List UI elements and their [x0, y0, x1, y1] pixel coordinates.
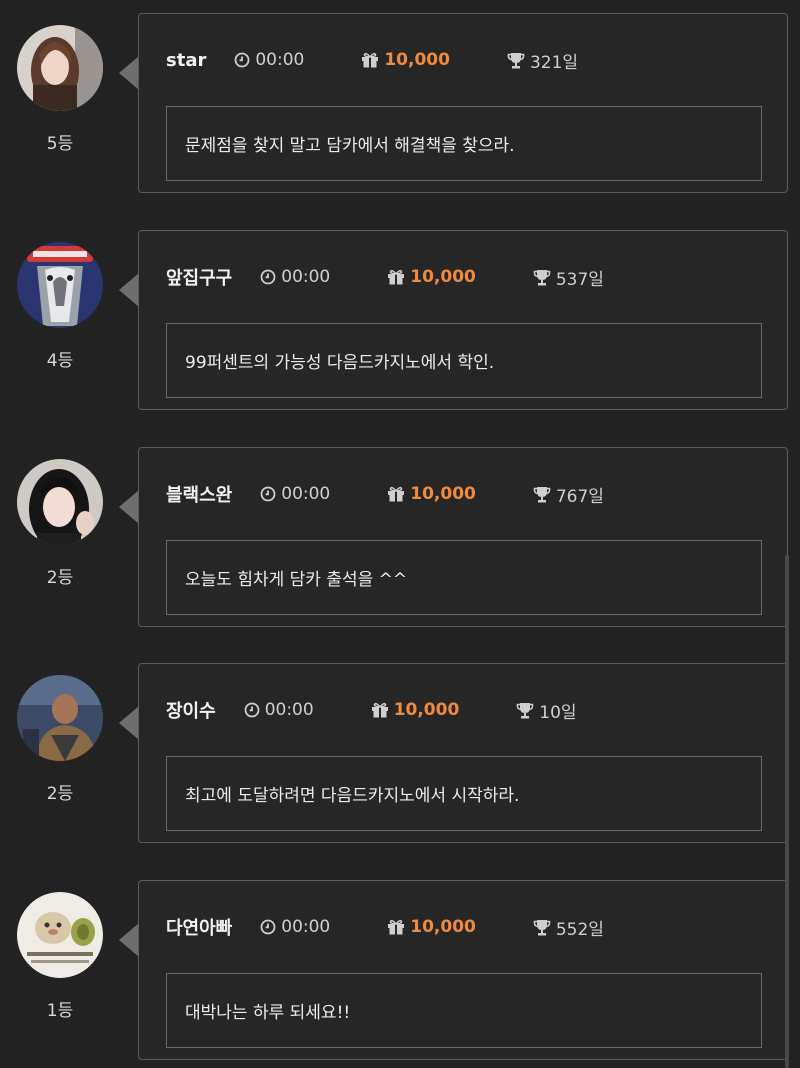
avatar[interactable] [17, 25, 103, 111]
points-item: 10,000 [387, 484, 476, 504]
time-value: 00:00 [255, 50, 305, 70]
time-value: 00:00 [281, 267, 331, 287]
meta-row: 다연아빠 00:00 10,000 552일 [166, 914, 661, 940]
message-box: 최고에 도달하려면 다음드카지노에서 시작하라. [166, 756, 762, 831]
user-name[interactable]: 앞집구구 [166, 264, 232, 290]
gift-icon [388, 486, 405, 502]
days-item: 321일 [507, 48, 578, 73]
avatar[interactable] [17, 459, 103, 545]
gift-icon [388, 919, 405, 935]
message-box: 오늘도 힘차게 담카 출석을 ^^ [166, 540, 762, 615]
points-item: 10,000 [361, 50, 450, 70]
avatar[interactable] [17, 892, 103, 978]
message-box: 대박나는 하루 되세요!! [166, 973, 762, 1048]
rank-label: 1등 [46, 1001, 74, 1021]
message-text: 오늘도 힘차게 담카 출석을 ^^ [185, 570, 408, 590]
comment-card: star 00:00 10,000 321일 문제점을 찾지 말고 담카에서 해… [138, 13, 788, 193]
points-value: 10,000 [384, 50, 450, 70]
days-value: 537일 [555, 269, 604, 290]
days-value: 321일 [529, 52, 579, 73]
meta-row: star 00:00 10,000 321일 [166, 47, 635, 73]
user-name[interactable]: 다연아빠 [166, 914, 232, 940]
points-item: 10,000 [387, 917, 476, 937]
user-column: 1등 [17, 880, 103, 1050]
card-pointer [119, 490, 139, 524]
meta-row: 앞집구구 00:00 10,000 537일 [166, 264, 661, 290]
user-column: 2등 [17, 663, 103, 833]
comment-card: 앞집구구 00:00 10,000 537일 99퍼센트의 가능성 다음드카지노… [138, 230, 788, 410]
days-item: 767일 [533, 482, 604, 507]
card-pointer [119, 706, 139, 740]
trophy-icon [507, 52, 525, 68]
trophy-icon [516, 702, 534, 718]
avatar[interactable] [17, 675, 103, 761]
clock-icon [234, 52, 250, 68]
clock-icon [260, 269, 276, 285]
trophy-icon [533, 486, 551, 502]
user-column: 2등 [17, 447, 103, 617]
clock-icon [260, 919, 276, 935]
user-name[interactable]: 장이수 [166, 697, 216, 723]
user-column: 4등 [17, 230, 103, 400]
trophy-icon [533, 269, 551, 285]
days-value: 552일 [555, 919, 604, 940]
scrollbar[interactable] [785, 555, 789, 1068]
rank-label: 2등 [46, 784, 74, 804]
time-item: 00:00 [234, 50, 304, 70]
meta-row: 장이수 00:00 10,000 10일 [166, 697, 634, 723]
points-value: 10,000 [410, 917, 476, 937]
feed-entry: 2등 블랙스완 00:00 10,000 767일 오늘도 힘차게 담카 출석을… [0, 447, 800, 629]
clock-icon [244, 702, 260, 718]
feed-entry: 5등 star 00:00 10,000 321일 문제점을 찾지 말고 담카에… [0, 13, 800, 195]
points-value: 10,000 [410, 267, 476, 287]
comment-card: 장이수 00:00 10,000 10일 최고에 도달하려면 다음드카지노에서 … [138, 663, 788, 843]
message-text: 대박나는 하루 되세요!! [185, 1003, 351, 1023]
points-value: 10,000 [393, 700, 460, 720]
message-text: 최고에 도달하려면 다음드카지노에서 시작하라. [185, 786, 520, 806]
user-name[interactable]: star [166, 50, 206, 71]
time-value: 00:00 [264, 700, 314, 720]
message-text: 문제점을 찾지 말고 담카에서 해결책을 찾으라. [185, 136, 515, 156]
message-box: 문제점을 찾지 말고 담카에서 해결책을 찾으라. [166, 106, 762, 181]
days-value: 767일 [555, 486, 604, 507]
time-item: 00:00 [244, 700, 314, 720]
gift-icon [388, 269, 405, 285]
avatar[interactable] [17, 242, 103, 328]
feed-entry: 4등 앞집구구 00:00 10,000 537일 99퍼센트의 가능성 다음드… [0, 230, 800, 412]
gift-icon [371, 702, 388, 718]
comment-card: 블랙스완 00:00 10,000 767일 오늘도 힘차게 담카 출석을 ^^ [138, 447, 788, 627]
user-name[interactable]: 블랙스완 [166, 481, 232, 507]
message-box: 99퍼센트의 가능성 다음드카지노에서 학인. [166, 323, 762, 398]
feed-entry: 1등 다연아빠 00:00 10,000 552일 대박나는 하루 되세요!! [0, 880, 800, 1062]
message-text: 99퍼센트의 가능성 다음드카지노에서 학인. [185, 353, 495, 373]
feed-entry: 2등 장이수 00:00 10,000 10일 최고에 도달하려면 다음드카지노… [0, 663, 800, 845]
comment-card: 다연아빠 00:00 10,000 552일 대박나는 하루 되세요!! [138, 880, 788, 1060]
user-column: 5등 [17, 13, 103, 183]
meta-row: 블랙스완 00:00 10,000 767일 [166, 481, 661, 507]
time-value: 00:00 [281, 917, 331, 937]
time-item: 00:00 [260, 267, 330, 287]
rank-label: 2등 [46, 568, 74, 588]
trophy-icon [533, 919, 551, 935]
gift-icon [362, 52, 379, 68]
days-value: 10일 [539, 702, 577, 723]
attendance-feed: 5등 star 00:00 10,000 321일 문제점을 찾지 말고 담카에… [0, 0, 800, 1068]
clock-icon [260, 486, 276, 502]
days-item: 10일 [516, 698, 577, 723]
rank-label: 4등 [46, 351, 74, 371]
days-item: 552일 [533, 915, 604, 940]
points-item: 10,000 [371, 700, 460, 720]
time-item: 00:00 [260, 917, 330, 937]
points-value: 10,000 [410, 484, 476, 504]
card-pointer [119, 56, 139, 90]
time-value: 00:00 [281, 484, 331, 504]
days-item: 537일 [533, 265, 604, 290]
points-item: 10,000 [387, 267, 476, 287]
rank-label: 5등 [46, 134, 74, 154]
card-pointer [119, 923, 139, 957]
time-item: 00:00 [260, 484, 330, 504]
card-pointer [119, 273, 139, 307]
